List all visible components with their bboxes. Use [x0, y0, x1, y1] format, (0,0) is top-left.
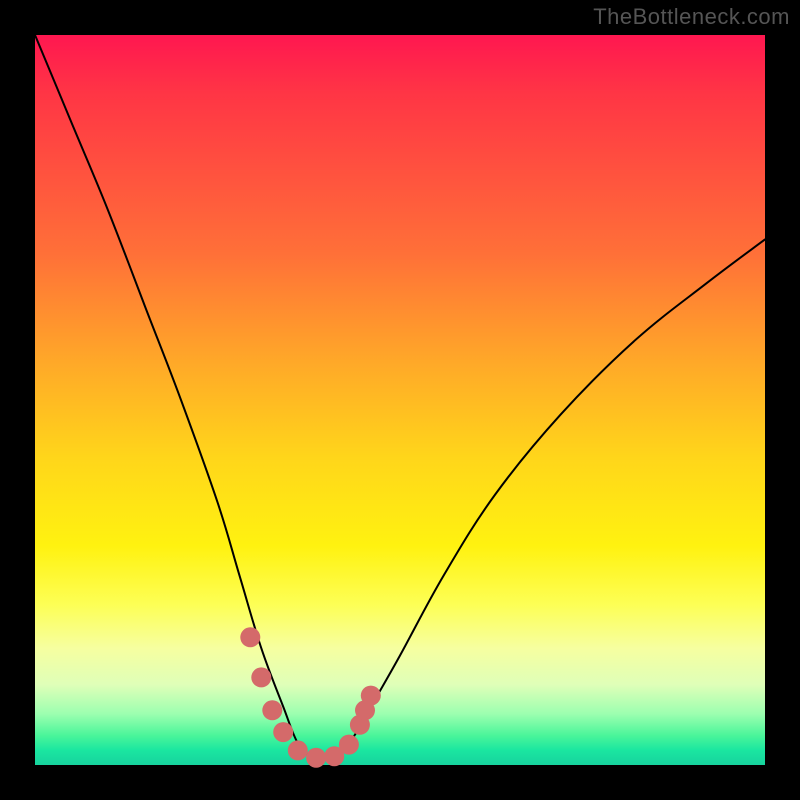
trough-marker-dot: [251, 667, 271, 687]
curve-svg: [35, 35, 765, 765]
trough-marker-dot: [273, 722, 293, 742]
trough-marker-dot: [339, 735, 359, 755]
trough-marker-dot: [361, 686, 381, 706]
trough-marker-dot: [306, 748, 326, 768]
trough-marker-dot: [240, 627, 260, 647]
bottleneck-curve-path: [35, 35, 765, 760]
trough-marker-dot: [288, 740, 308, 760]
plot-area: [35, 35, 765, 765]
chart-stage: TheBottleneck.com: [0, 0, 800, 800]
trough-marker-dot: [262, 700, 282, 720]
watermark-text: TheBottleneck.com: [593, 4, 790, 30]
